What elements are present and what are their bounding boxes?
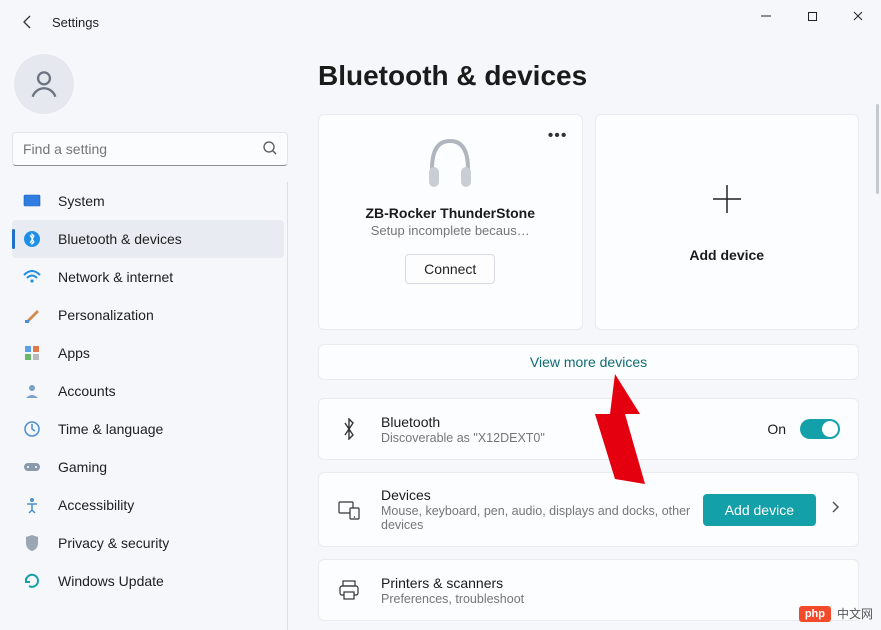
bluetooth-subtitle: Discoverable as "X12DEXT0" — [381, 431, 767, 445]
sidebar-item-label: Personalization — [58, 307, 154, 323]
printers-row[interactable]: Printers & scanners Preferences, trouble… — [318, 559, 859, 621]
sidebar-item-label: Time & language — [58, 421, 163, 437]
sidebar-item-windows-update[interactable]: Windows Update — [12, 562, 284, 600]
connect-button[interactable]: Connect — [405, 254, 495, 284]
system-icon — [22, 191, 42, 211]
devices-icon — [337, 500, 361, 520]
close-button[interactable] — [835, 0, 881, 32]
device-name: ZB-Rocker ThunderStone — [365, 205, 535, 221]
device-subtitle: Setup incomplete becaus… — [371, 223, 530, 238]
nav: System Bluetooth & devices Network & int… — [12, 182, 288, 630]
sidebar-item-label: Gaming — [58, 459, 107, 475]
sidebar-item-accessibility[interactable]: Accessibility — [12, 486, 284, 524]
chevron-right-icon — [830, 500, 840, 519]
scrollbar[interactable] — [876, 104, 879, 194]
bluetooth-title: Bluetooth — [381, 414, 767, 430]
device-card[interactable]: ••• ZB-Rocker ThunderStone Setup incompl… — [318, 114, 583, 330]
window-title: Settings — [52, 15, 99, 30]
sidebar-item-privacy-security[interactable]: Privacy & security — [12, 524, 284, 562]
sidebar-item-label: Network & internet — [58, 269, 173, 285]
bluetooth-toggle[interactable] — [800, 419, 840, 439]
sidebar-item-time-language[interactable]: Time & language — [12, 410, 284, 448]
add-device-card[interactable]: Add device — [595, 114, 860, 330]
bluetooth-icon — [337, 418, 361, 440]
watermark-text: 中文网 — [837, 605, 873, 622]
sidebar-item-network[interactable]: Network & internet — [12, 258, 284, 296]
more-icon[interactable]: ••• — [548, 127, 568, 145]
bluetooth-icon — [22, 229, 42, 249]
bluetooth-row[interactable]: Bluetooth Discoverable as "X12DEXT0" On — [318, 398, 859, 460]
accessibility-icon — [22, 495, 42, 515]
sidebar-item-label: Apps — [58, 345, 90, 361]
clock-globe-icon — [22, 419, 42, 439]
search-box[interactable] — [12, 132, 288, 166]
view-more-devices[interactable]: View more devices — [318, 344, 859, 380]
maximize-button[interactable] — [789, 0, 835, 32]
sidebar-item-bluetooth-devices[interactable]: Bluetooth & devices — [12, 220, 284, 258]
sidebar-item-label: Accessibility — [58, 497, 134, 513]
headphones-icon — [420, 129, 480, 199]
watermark: php 中文网 — [799, 605, 873, 622]
sidebar-item-personalization[interactable]: Personalization — [12, 296, 284, 334]
sidebar: System Bluetooth & devices Network & int… — [0, 44, 300, 630]
apps-icon — [22, 343, 42, 363]
printer-icon — [337, 580, 361, 600]
watermark-badge: php — [799, 606, 831, 622]
devices-subtitle: Mouse, keyboard, pen, audio, displays an… — [381, 504, 703, 532]
brush-icon — [22, 305, 42, 325]
sidebar-item-gaming[interactable]: Gaming — [12, 448, 284, 486]
gaming-icon — [22, 457, 42, 477]
avatar[interactable] — [14, 54, 74, 114]
sidebar-item-label: Bluetooth & devices — [58, 231, 182, 247]
sidebar-item-label: Accounts — [58, 383, 116, 399]
toggle-state-label: On — [767, 421, 786, 437]
main-pane: Bluetooth & devices ••• ZB-Rocker Thunde… — [300, 44, 881, 630]
search-input[interactable] — [12, 132, 288, 166]
sidebar-item-system[interactable]: System — [12, 182, 284, 220]
devices-title: Devices — [381, 487, 703, 503]
sidebar-item-label: System — [58, 193, 105, 209]
search-icon — [262, 140, 278, 161]
add-device-label: Add device — [689, 247, 764, 263]
shield-icon — [22, 533, 42, 553]
window-controls — [743, 0, 881, 32]
view-more-label: View more devices — [530, 354, 647, 370]
accounts-icon — [22, 381, 42, 401]
add-device-button[interactable]: Add device — [703, 494, 816, 526]
wifi-icon — [22, 267, 42, 287]
update-icon — [22, 571, 42, 591]
plus-icon — [709, 181, 745, 217]
nav-divider — [287, 182, 288, 630]
sidebar-item-apps[interactable]: Apps — [12, 334, 284, 372]
sidebar-item-accounts[interactable]: Accounts — [12, 372, 284, 410]
minimize-button[interactable] — [743, 0, 789, 32]
sidebar-item-label: Privacy & security — [58, 535, 169, 551]
printers-subtitle: Preferences, troubleshoot — [381, 592, 840, 606]
back-button[interactable] — [12, 6, 44, 38]
printers-title: Printers & scanners — [381, 575, 840, 591]
devices-row[interactable]: Devices Mouse, keyboard, pen, audio, dis… — [318, 472, 859, 547]
sidebar-item-label: Windows Update — [58, 573, 164, 589]
page-title: Bluetooth & devices — [318, 60, 859, 92]
